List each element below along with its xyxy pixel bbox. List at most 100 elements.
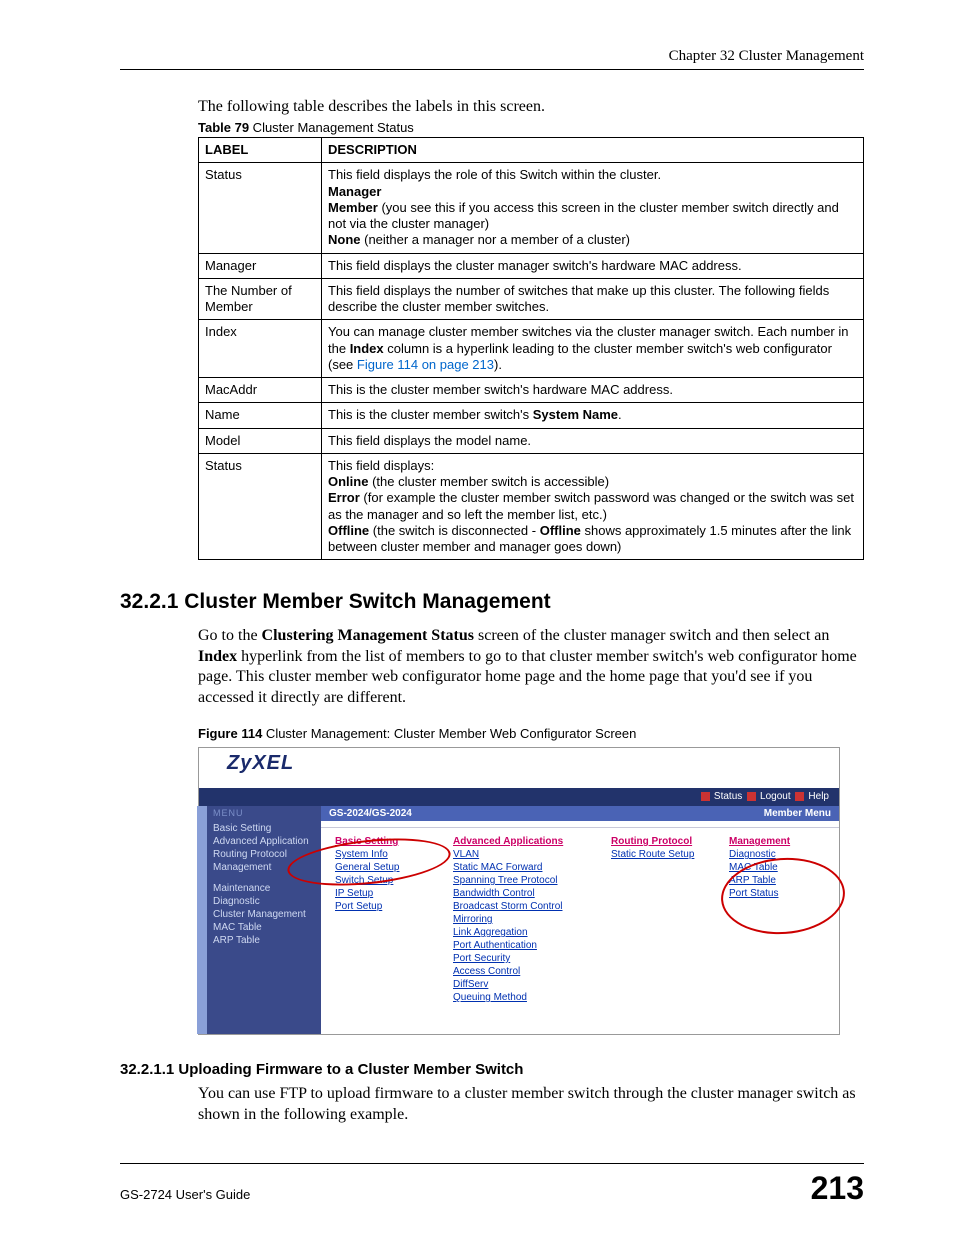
table-row: Name This is the cluster member switch's… [199,403,864,428]
sidebar-item[interactable]: Cluster Management [213,908,321,921]
text-bold: None [328,232,361,247]
menu-link[interactable]: DiffServ [453,978,593,991]
footer-guide-name: GS-2724 User's Guide [120,1187,250,1202]
member-menu-link[interactable]: Member Menu [764,808,831,819]
sidebar-menu: MENU Basic Setting Advanced Application … [199,806,321,1034]
body-paragraph: You can use FTP to upload firmware to a … [198,1084,864,1125]
text-bold: Index [198,648,237,665]
menu-link[interactable]: IP Setup [335,887,435,900]
logo-bar: ZyXEL [199,748,839,788]
panel-divider [321,821,839,828]
th-description: DESCRIPTION [322,138,864,163]
menu-link[interactable]: Switch Setup [335,874,435,887]
header-rule [120,69,864,70]
text-bold: Index [350,341,384,356]
figure-caption: Figure 114 Cluster Management: Cluster M… [198,726,864,741]
running-header: Chapter 32 Cluster Management [120,48,864,69]
cross-reference-link[interactable]: Figure 114 on page 213 [357,357,494,372]
menu-link[interactable]: Static Route Setup [611,848,711,861]
text-bold: Error [328,490,360,505]
cell-desc: This is the cluster member switch's hard… [322,378,864,403]
table-row: Model This field displays the model name… [199,428,864,453]
menu-link[interactable]: Access Control [453,965,593,978]
text-bold: Online [328,474,368,489]
text: ). [494,357,502,372]
col-head: Basic Setting [335,836,435,847]
cell-desc: This field displays the model name. [322,428,864,453]
help-link[interactable]: Help [808,791,829,802]
embedded-screenshot: ZyXEL Status Logout Help MENU Basic Sett… [198,747,840,1035]
menu-link[interactable]: Link Aggregation [453,926,593,939]
cell-label: The Number of Member [199,278,322,320]
status-icon [747,792,756,801]
menu-label: MENU [199,806,321,820]
table-caption-bold: Table 79 [198,120,249,135]
menu-link[interactable]: System Info [335,848,435,861]
menu-link[interactable]: Static MAC Forward [453,861,593,874]
text: This field displays: [328,458,434,473]
sidebar-item[interactable]: ARP Table [213,934,321,947]
col-head: Management [729,836,829,847]
sidebar-item[interactable]: Basic Setting [213,822,321,835]
menu-link[interactable]: General Setup [335,861,435,874]
sidebar-group-2: Maintenance Diagnostic Cluster Managemen… [199,880,321,953]
text: This is the cluster member switch's [328,407,533,422]
menu-link[interactable]: Bandwidth Control [453,887,593,900]
menu-link[interactable]: Spanning Tree Protocol [453,874,593,887]
sidebar-item[interactable]: Diagnostic [213,895,321,908]
cell-label: Name [199,403,322,428]
text-bold: Offline [540,523,581,538]
menu-link[interactable]: MAC Table [729,861,829,874]
text: Go to the [198,627,262,644]
text-bold: Offline [328,523,369,538]
menu-link[interactable]: VLAN [453,848,593,861]
table-caption-rest: Cluster Management Status [249,120,414,135]
text-bold: System Name [533,407,618,422]
menu-link[interactable]: Port Authentication [453,939,593,952]
menu-link[interactable]: Port Security [453,952,593,965]
status-link[interactable]: Status [714,791,742,802]
zyxel-logo: ZyXEL [227,752,294,775]
text-bold: Clustering Management Status [262,627,474,644]
text: (you see this if you access this screen … [328,200,839,231]
table-caption: Table 79 Cluster Management Status [198,120,864,135]
table-row: MacAddr This is the cluster member switc… [199,378,864,403]
section-heading: 32.2.1 Cluster Member Switch Management [120,590,864,614]
sidebar-item[interactable]: MAC Table [213,921,321,934]
text: (the cluster member switch is accessible… [368,474,609,489]
table-row: Manager This field displays the cluster … [199,253,864,278]
cell-desc: This field displays the role of this Swi… [322,163,864,253]
menu-link[interactable]: Port Setup [335,900,435,913]
col-routing-protocol: Routing Protocol Static Route Setup [611,836,711,1004]
panel-title-row: GS-2024/GS-2024 Member Menu [321,806,839,821]
sidebar-item[interactable]: Maintenance [213,882,321,895]
cell-label: Status [199,453,322,560]
cell-desc: You can manage cluster member switches v… [322,320,864,378]
sidebar-tab-strip [197,806,207,1034]
menu-link[interactable]: Queuing Method [453,991,593,1004]
cell-desc: This field displays: Online (the cluster… [322,453,864,560]
text: This field displays the role of this Swi… [328,167,661,182]
sidebar-item[interactable]: Routing Protocol [213,848,321,861]
col-management: Management Diagnostic MAC Table ARP Tabl… [729,836,829,1004]
table-row: Status This field displays the role of t… [199,163,864,253]
menu-link[interactable]: ARP Table [729,874,829,887]
menu-link[interactable]: Mirroring [453,913,593,926]
text: (for example the cluster member switch p… [328,490,854,521]
page-number: 213 [811,1170,864,1207]
cell-desc: This field displays the cluster manager … [322,253,864,278]
logout-link[interactable]: Logout [760,791,791,802]
sidebar-item[interactable]: Management [213,861,321,874]
text: (the switch is disconnected - [369,523,540,538]
panel-title-left: GS-2024/GS-2024 [329,808,412,819]
menu-link[interactable]: Port Status [729,887,829,900]
menu-link[interactable]: Broadcast Storm Control [453,900,593,913]
cell-desc: This is the cluster member switch's Syst… [322,403,864,428]
cell-label: MacAddr [199,378,322,403]
intro-text: The following table describes the labels… [198,98,864,116]
cell-label: Status [199,163,322,253]
sidebar-item[interactable]: Advanced Application [213,835,321,848]
body-paragraph: Go to the Clustering Management Status s… [198,626,864,708]
cell-label: Index [199,320,322,378]
menu-link[interactable]: Diagnostic [729,848,829,861]
